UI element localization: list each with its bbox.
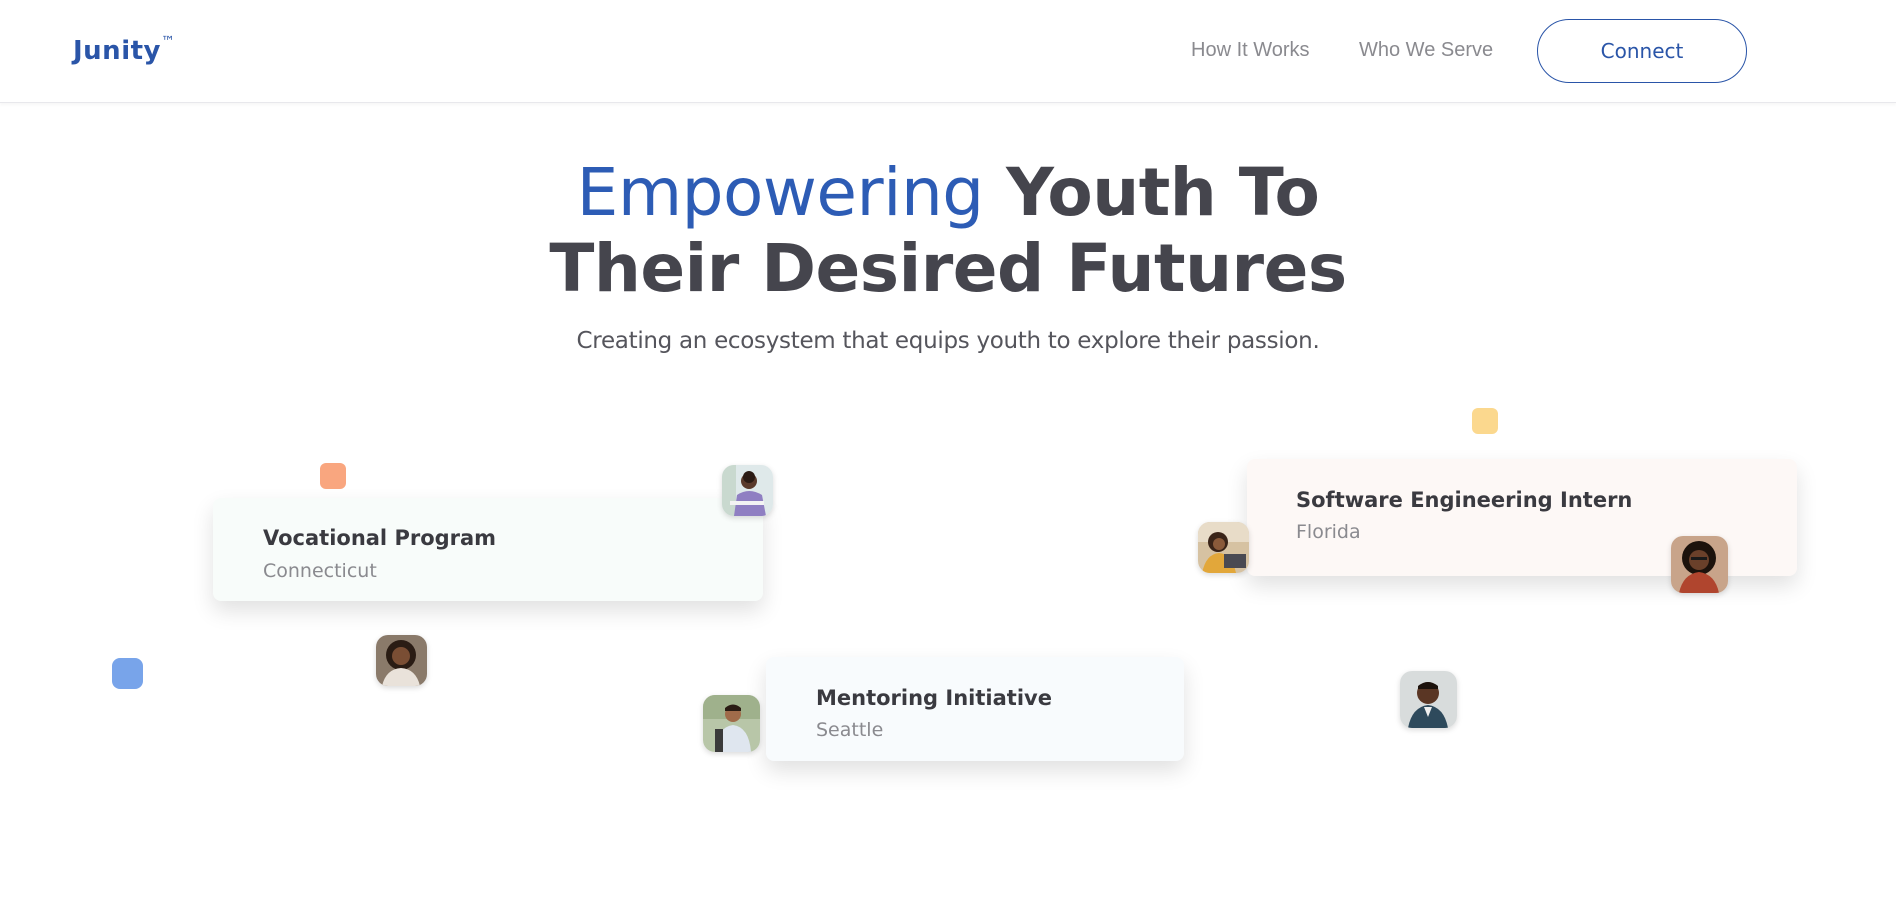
program-card-mentoring[interactable]: Mentoring Initiative Seattle: [766, 657, 1184, 761]
person-laptop-icon: [1198, 522, 1249, 573]
nav-how-it-works[interactable]: How It Works: [1191, 39, 1310, 62]
hero-title: Empowering Youth To Their Desired Future…: [0, 155, 1896, 307]
avatar-photo: [376, 635, 427, 686]
card-location: Florida: [1296, 521, 1361, 543]
card-title: Software Engineering Intern: [1296, 488, 1633, 512]
connect-button[interactable]: Connect: [1537, 19, 1747, 83]
nav-who-we-serve[interactable]: Who We Serve: [1359, 39, 1493, 62]
decorative-blue-square: [112, 658, 143, 689]
person-outdoor-icon: [703, 695, 760, 752]
program-card-vocational[interactable]: Vocational Program Connecticut: [213, 498, 763, 601]
person-portrait-icon: [1671, 536, 1728, 593]
card-title: Mentoring Initiative: [816, 686, 1052, 710]
hero-title-accent: Empowering: [576, 154, 985, 231]
person-portrait-icon: [376, 635, 427, 686]
hero-subtitle: Creating an ecosystem that equips youth …: [576, 328, 1320, 354]
avatar-photo: [1198, 522, 1249, 573]
hero-title-line2: Their Desired Futures: [549, 230, 1347, 307]
logo[interactable]: Junity™: [73, 34, 176, 66]
avatar-photo: [703, 695, 760, 752]
trademark-mark: ™: [160, 34, 176, 50]
person-laptop-icon: [722, 465, 773, 516]
decorative-yellow-square: [1472, 408, 1498, 434]
logo-text: Junity: [73, 36, 161, 66]
site-header: Junity™ How It Works Who We Serve Connec…: [0, 0, 1896, 103]
page: Junity™ How It Works Who We Serve Connec…: [0, 0, 1896, 916]
avatar-photo: [1400, 671, 1457, 728]
person-portrait-icon: [1400, 671, 1457, 728]
card-title: Vocational Program: [263, 526, 497, 550]
avatar-photo: [722, 465, 773, 516]
hero-title-line1: Youth To: [983, 154, 1320, 231]
avatar-photo: [1671, 536, 1728, 593]
decorative-orange-square: [320, 463, 346, 489]
card-location: Seattle: [816, 719, 884, 741]
card-location: Connecticut: [263, 560, 377, 582]
